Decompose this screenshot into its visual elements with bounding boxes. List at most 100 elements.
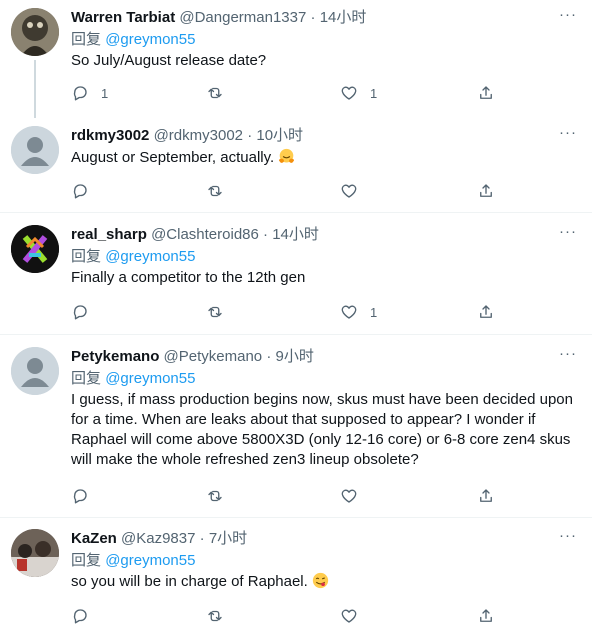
user-handle[interactable]: @Petykemano: [164, 348, 263, 365]
tweet-warren-tarbiat[interactable]: Warren Tarbiat @Dangerman1337 · 14小时 回复 …: [0, 0, 592, 118]
mention-link[interactable]: @greymon55: [105, 31, 195, 48]
tweet-text: so you will be in charge of Raphael.: [71, 572, 580, 592]
user-handle[interactable]: @Kaz9837: [121, 530, 195, 547]
reply-prefix: 回复: [71, 31, 102, 48]
more-icon[interactable]: ···: [556, 224, 580, 245]
timestamp[interactable]: 14小时: [320, 9, 367, 26]
like-icon: [341, 489, 357, 503]
tweet-petykemano[interactable]: Petykemano @Petykemano · 9小时 回复 @greymon…: [0, 335, 592, 517]
reply-icon: [73, 184, 87, 199]
timestamp[interactable]: 10小时: [256, 127, 303, 144]
share-icon: [480, 305, 492, 318]
retweet-button[interactable]: [206, 606, 224, 626]
retweet-button[interactable]: [206, 302, 224, 322]
user-handle[interactable]: @Clashteroid86: [151, 226, 259, 243]
avatar[interactable]: [11, 126, 59, 174]
share-button[interactable]: [477, 302, 495, 322]
more-icon[interactable]: ···: [556, 7, 580, 28]
avatar[interactable]: [11, 347, 59, 395]
avatar[interactable]: [11, 225, 59, 273]
share-icon: [480, 609, 492, 622]
retweet-button[interactable]: [206, 83, 224, 103]
reply-button[interactable]: [71, 302, 89, 322]
tweet-text: August or September, actually.: [71, 148, 580, 168]
share-button[interactable]: [477, 83, 495, 103]
retweet-icon: [208, 610, 222, 622]
default-avatar-image: [11, 126, 59, 174]
reply-button[interactable]: 1: [71, 83, 108, 103]
reply-icon: [73, 305, 87, 320]
tweet-header: KaZen @Kaz9837 · 7小时: [71, 529, 580, 549]
thread-line: [34, 60, 36, 118]
retweet-icon: [208, 306, 222, 318]
like-icon: [341, 86, 357, 100]
share-icon: [480, 489, 492, 502]
display-name[interactable]: rdkmy3002: [71, 127, 149, 144]
face-savoring-food-emoji-icon: [312, 572, 329, 589]
reply-prefix: 回复: [71, 552, 102, 569]
tweet-real-sharp[interactable]: real_sharp @Clashteroid86 · 14小时 回复 @gre…: [0, 213, 592, 334]
tweet-header: Warren Tarbiat @Dangerman1337 · 14小时: [71, 8, 580, 28]
share-icon: [480, 86, 492, 99]
reply-prefix: 回复: [71, 370, 102, 387]
tweet-text-line: I guess, if mass production begins now, …: [71, 391, 573, 408]
more-icon[interactable]: ···: [556, 125, 580, 146]
reply-icon: [73, 489, 87, 504]
share-button[interactable]: [477, 181, 495, 201]
replying-to: 回复 @greymon55: [71, 247, 580, 267]
like-icon: [341, 609, 357, 623]
hugging-face-emoji-icon: [279, 148, 295, 163]
retweet-icon: [208, 87, 222, 99]
like-count: 1: [370, 85, 378, 101]
tweet-header: real_sharp @Clashteroid86 · 14小时: [71, 225, 580, 245]
avatar[interactable]: [11, 8, 59, 56]
reply-prefix: 回复: [71, 248, 102, 265]
like-count: 1: [370, 304, 378, 320]
mention-link[interactable]: @greymon55: [105, 248, 195, 265]
mention-link[interactable]: @greymon55: [105, 370, 195, 387]
more-icon[interactable]: ···: [556, 528, 580, 549]
display-name[interactable]: KaZen: [71, 530, 117, 547]
reply-button[interactable]: [71, 486, 89, 506]
retweet-icon: [208, 490, 222, 502]
tweet-kazen[interactable]: KaZen @Kaz9837 · 7小时 回复 @greymon55 so yo…: [0, 518, 592, 635]
like-button[interactable]: 1: [340, 83, 377, 103]
display-name[interactable]: Warren Tarbiat: [71, 9, 175, 26]
tweet-text-line: will make the whole refreshed zen3 lineu…: [71, 451, 419, 468]
reply-button[interactable]: [71, 606, 89, 626]
timestamp[interactable]: 14小时: [272, 226, 319, 243]
reply-icon: [73, 609, 87, 624]
user-handle[interactable]: @rdkmy3002: [154, 127, 243, 144]
separator-dot: ·: [310, 9, 316, 26]
display-name[interactable]: Petykemano: [71, 348, 159, 365]
tweet-text-content: August or September, actually.: [71, 149, 275, 166]
separator-dot: ·: [263, 226, 269, 243]
avatar-image: [11, 8, 59, 56]
separator-dot: ·: [266, 348, 272, 365]
share-button[interactable]: [477, 606, 495, 626]
like-button[interactable]: [340, 181, 358, 201]
timestamp[interactable]: 9小时: [276, 348, 314, 365]
timestamp[interactable]: 7小时: [209, 530, 247, 547]
tweet-header: rdkmy3002 @rdkmy3002 · 10小时: [71, 126, 580, 146]
user-handle[interactable]: @Dangerman1337: [179, 9, 306, 26]
separator-dot: ·: [247, 127, 253, 144]
mention-link[interactable]: @greymon55: [105, 552, 195, 569]
retweet-button[interactable]: [206, 486, 224, 506]
like-icon: [341, 184, 357, 198]
like-button[interactable]: [340, 606, 358, 626]
display-name[interactable]: real_sharp: [71, 226, 147, 243]
default-avatar-image: [11, 347, 59, 395]
like-icon: [341, 305, 357, 319]
share-button[interactable]: [477, 486, 495, 506]
reply-button[interactable]: [71, 181, 89, 201]
retweet-button[interactable]: [206, 181, 224, 201]
more-icon[interactable]: ···: [556, 346, 580, 367]
like-button[interactable]: 1: [340, 302, 377, 322]
tweet-text-line: for a time. When are leaks about that su…: [71, 411, 536, 428]
avatar-image: [11, 529, 59, 577]
tweet-rdkmy3002[interactable]: rdkmy3002 @rdkmy3002 · 10小时 August or Se…: [0, 113, 592, 212]
like-button[interactable]: [340, 486, 358, 506]
avatar[interactable]: [11, 529, 59, 577]
tweet-text: I guess, if mass production begins now, …: [71, 390, 580, 470]
